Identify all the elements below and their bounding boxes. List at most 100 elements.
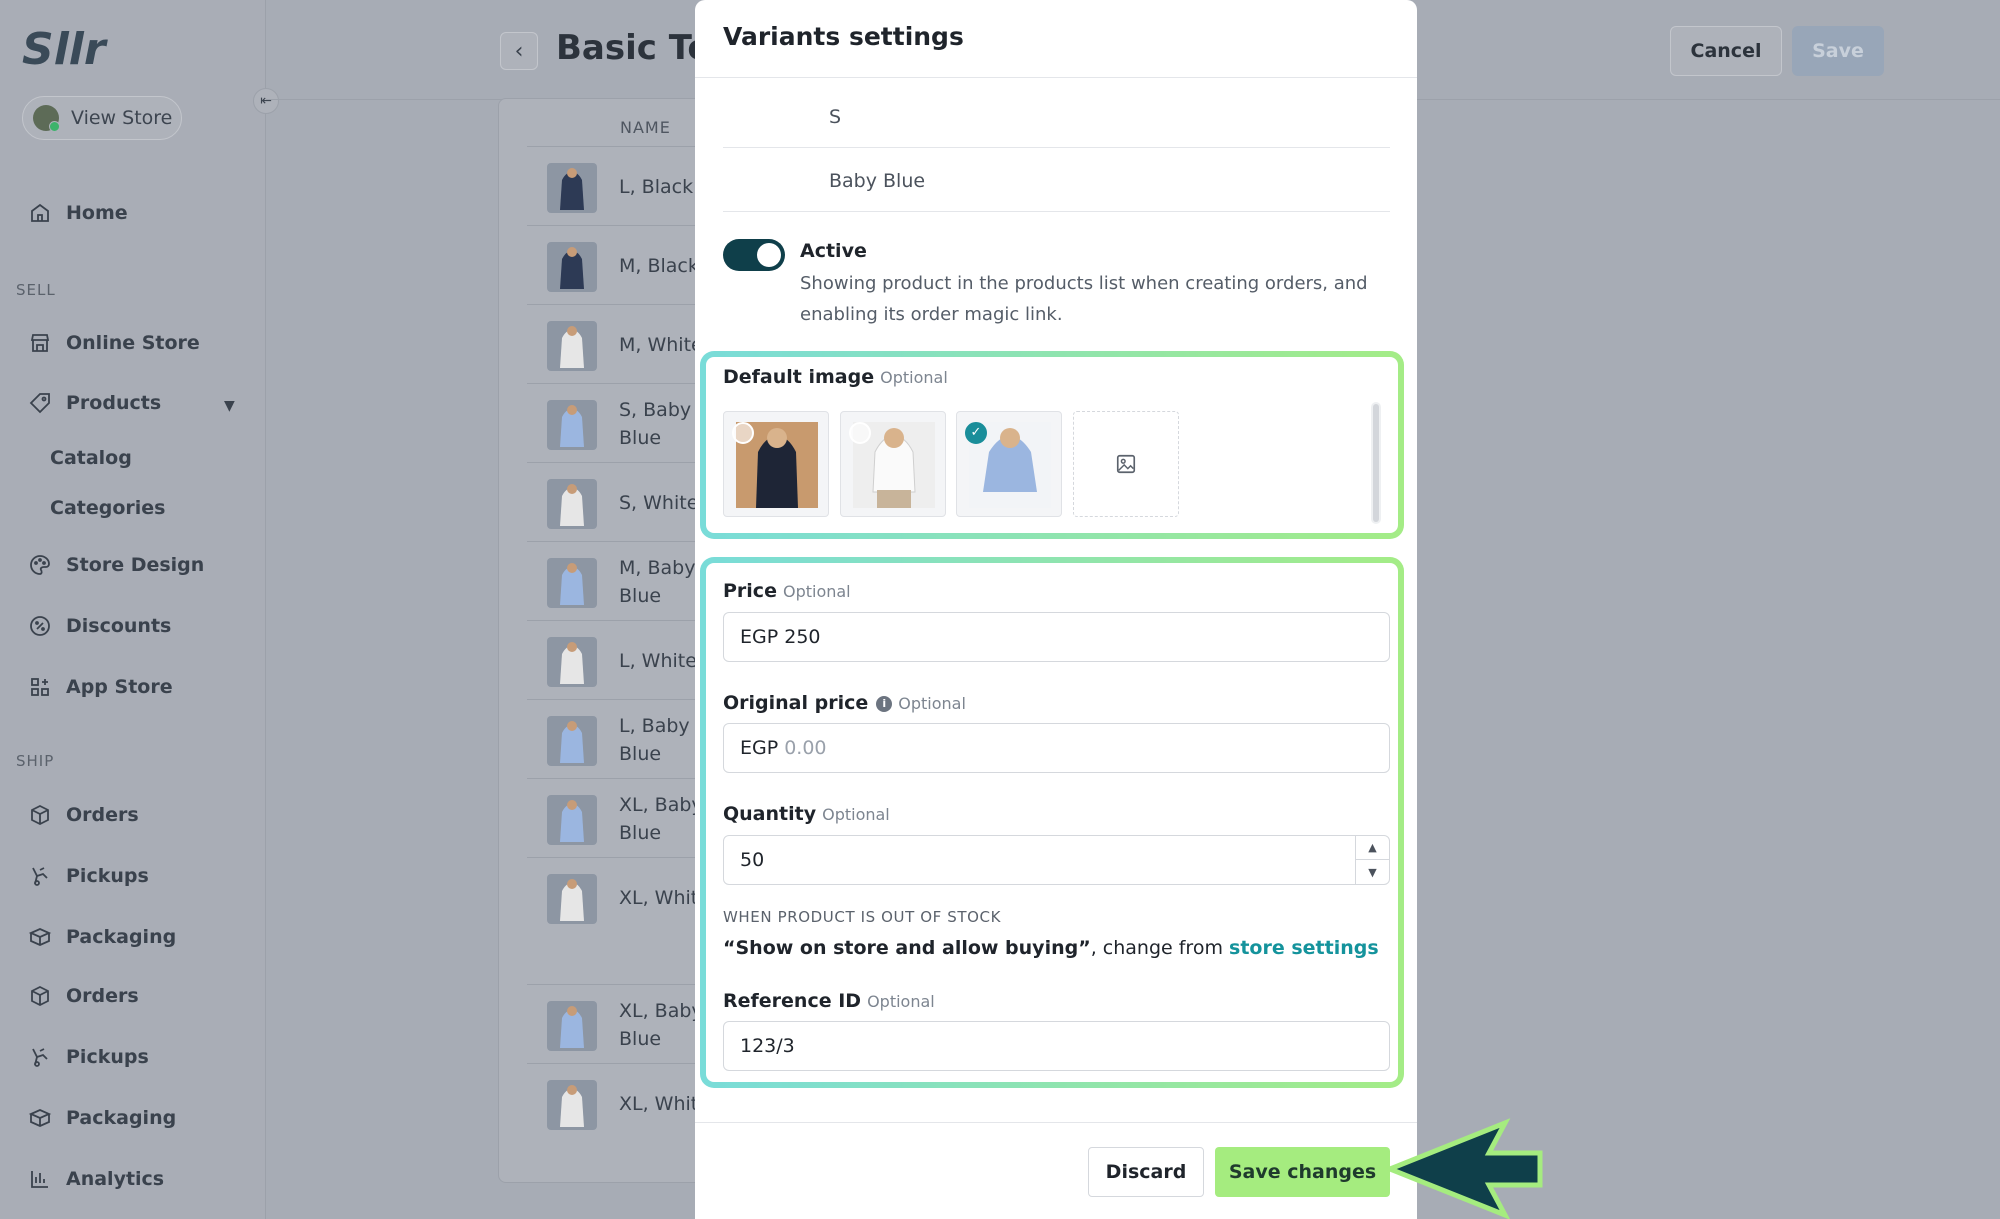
sidebar-item-categories[interactable]: Categories [50,497,165,519]
reference-id-input[interactable]: 123/3 [723,1021,1390,1071]
storefront-icon [28,331,52,355]
sidebar-item-label: Online Store [66,332,200,354]
table-row[interactable]: L, Black [527,146,717,225]
variant-thumbnail [547,163,597,213]
sidebar-item-products[interactable]: Products [28,391,161,415]
sidebar-item-discounts[interactable]: Discounts [28,614,171,638]
modal-title: Variants settings [723,22,964,51]
pointer-arrow-icon [1385,1118,1543,1219]
modal-footer: Discard Save changes [695,1122,1417,1219]
store-settings-link[interactable]: store settings [1229,937,1379,959]
sidebar-item-label: Orders [66,804,139,826]
price-value: EGP 250 [740,626,821,648]
collapse-sidebar-icon[interactable]: ⇤ [253,88,279,114]
cancel-button[interactable]: Cancel [1670,26,1782,76]
variant-thumbnail [547,1001,597,1051]
variant-name: M, White [619,333,703,356]
sidebar-item-home[interactable]: Home [28,201,128,225]
column-header-name: NAME [620,118,671,137]
sidebar-item-label: Pickups [66,1046,149,1068]
option-size-row: S [723,84,1390,148]
sidebar-item-pickups-2[interactable]: Pickups [28,1045,149,1069]
image-option-white[interactable] [840,411,946,517]
variants-settings-modal: Variants settings S Baby Blue Active Sho… [695,0,1417,1219]
save-button[interactable]: Save [1792,26,1884,76]
sidebar-item-label: Packaging [66,1107,177,1129]
table-row[interactable]: M, White [527,304,717,383]
sidebar-item-catalog[interactable]: Catalog [50,447,132,469]
quantity-label: Quantity Optional [723,803,890,825]
table-row[interactable]: XL, Baby Blue [527,984,717,1063]
variant-name: L, White [619,649,697,672]
sidebar-item-pickups[interactable]: Pickups [28,864,149,888]
variant-thumbnail [547,479,597,529]
sidebar-item-label: Store Design [66,554,205,576]
image-option-black[interactable] [723,411,829,517]
option-color-value: Baby Blue [829,170,926,192]
view-store-label: View Store [71,107,173,129]
original-price-label: Original price i Optional [723,692,966,714]
toggle-knob [757,243,781,267]
sidebar-item-orders[interactable]: Orders [28,803,139,827]
original-price-input[interactable]: EGP 0.00 [723,723,1390,773]
table-row[interactable]: M, Black [527,225,717,304]
svg-text:Sllr: Sllr [22,24,108,74]
chevron-down-icon[interactable]: ▼ [224,398,235,414]
sidebar-item-packaging-2[interactable]: Packaging [28,1106,176,1130]
table-row[interactable]: XL, White [527,1063,717,1142]
price-label-text: Price [723,580,777,602]
palette-icon [28,553,52,577]
section-ship: SHIP [16,752,55,770]
table-row[interactable]: S, Baby Blue [527,383,717,462]
sidebar-item-orders-2[interactable]: Orders [28,984,139,1008]
save-changes-button[interactable]: Save changes [1215,1147,1390,1197]
image-scrollbar-thumb[interactable] [1373,404,1379,522]
sidebar-item-label: Pickups [66,865,149,887]
sidebar-item-label: Packaging [66,926,177,948]
sllr-logo[interactable]: Sllr [22,24,132,74]
info-icon[interactable]: i [876,696,893,712]
decrement-icon[interactable]: ▼ [1356,860,1389,884]
discard-button[interactable]: Discard [1088,1147,1204,1197]
image-option-baby-blue[interactable]: ✓ [956,411,1062,517]
option-color-row: Baby Blue [723,148,1390,212]
option-size-value: S [829,106,842,128]
sidebar-item-label: Discounts [66,615,172,637]
image-radio [732,422,754,444]
price-input[interactable]: EGP 250 [723,612,1390,662]
out-of-stock-middle: , change from [1090,937,1230,959]
variant-thumbnail [547,400,597,450]
variant-thumbnail [547,242,597,292]
table-row[interactable]: M, Baby Blue [527,541,717,620]
sidebar-item-analytics[interactable]: Analytics [28,1167,164,1191]
default-image-label: Default image Optional [723,366,948,388]
quantity-stepper[interactable]: 50 ▲ ▼ [723,835,1390,885]
table-row[interactable]: XL, White [527,857,717,936]
modal-header: Variants settings [695,0,1417,78]
optional-tag: Optional [867,992,935,1011]
table-row[interactable]: XL, Baby Blue [527,778,717,857]
discount-icon [28,614,52,638]
variant-thumbnail [547,716,597,766]
optional-tag: Optional [822,805,890,824]
table-row[interactable]: L, White [527,620,717,699]
variant-thumbnail [547,1080,597,1130]
active-toggle[interactable] [723,239,785,271]
sidebar-item-online-store[interactable]: Online Store [28,331,200,355]
package-icon [28,925,52,949]
home-icon [28,201,52,225]
box-icon [28,984,52,1008]
price-label: Price Optional [723,580,851,602]
view-store-button[interactable]: View Store [22,96,182,140]
sidebar-item-store-design[interactable]: Store Design [28,553,204,577]
sidebar-item-app-store[interactable]: App Store [28,675,173,699]
add-image-button[interactable] [1073,411,1179,517]
sidebar-item-packaging[interactable]: Packaging [28,925,176,949]
increment-icon[interactable]: ▲ [1356,836,1389,860]
variant-thumbnail [547,637,597,687]
store-avatar [33,105,60,132]
reference-id-value: 123/3 [740,1035,795,1057]
table-row[interactable]: S, White [527,462,717,541]
table-row[interactable]: L, Baby Blue [527,699,717,778]
back-button[interactable]: ‹ [500,32,538,70]
